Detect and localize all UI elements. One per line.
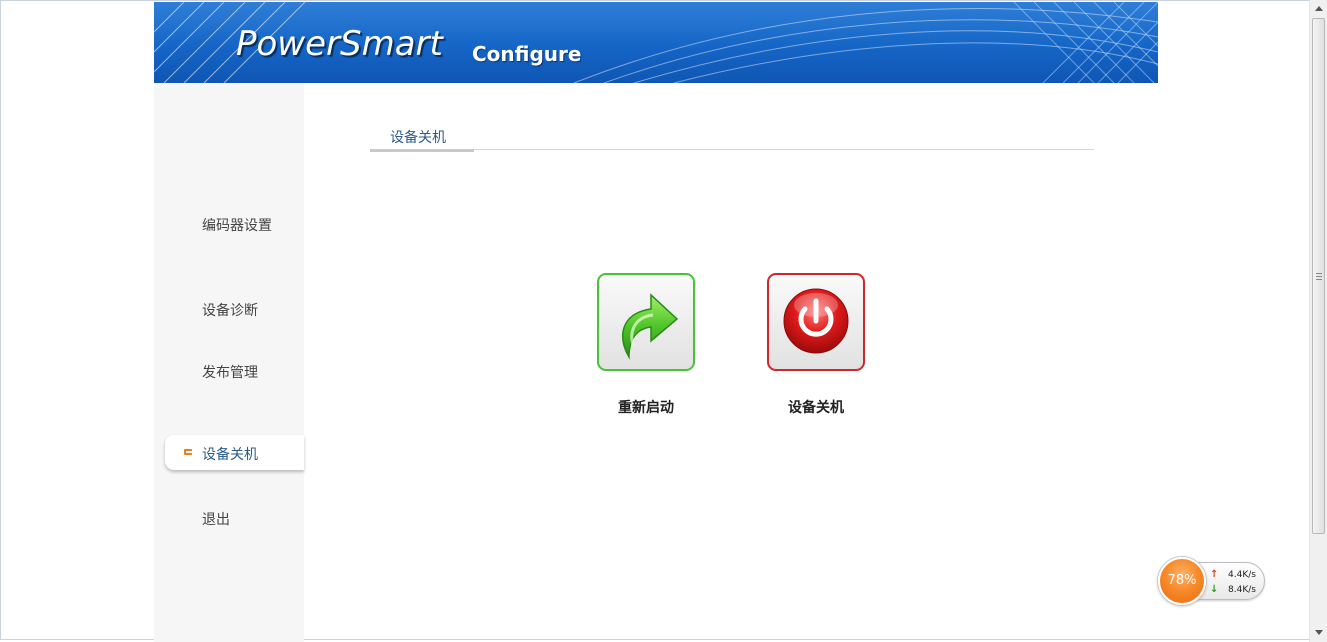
restart-arrow-icon [621, 293, 679, 360]
tab-active-underline [370, 149, 474, 152]
active-marker-icon [184, 449, 192, 455]
tab-divider [370, 149, 1094, 150]
sidebar-item-logout[interactable]: 退出 [202, 509, 230, 529]
sidebar: 编码器设置 设备诊断 发布管理 设备关机 退出 [154, 83, 304, 642]
usage-percent: 78% [1167, 573, 1197, 588]
upload-speed-value: 4.4K/s [1228, 570, 1256, 580]
brand-subtitle: Configure [472, 42, 582, 66]
upload-arrow-icon: ↑ [1210, 569, 1219, 580]
restart-label: 重新启动 [618, 400, 674, 416]
grip-line [1316, 276, 1322, 277]
power-icon [783, 288, 849, 354]
shutdown-label: 设备关机 [788, 400, 844, 416]
scroll-up-icon[interactable] [1315, 6, 1323, 11]
tab-shutdown[interactable]: 设备关机 [390, 127, 446, 147]
scroll-down-icon[interactable] [1315, 630, 1323, 635]
restart-button[interactable] [597, 273, 695, 371]
memory-usage-ball[interactable]: 78% [1158, 557, 1206, 605]
grip-line [1316, 279, 1322, 280]
shutdown-button[interactable] [767, 273, 865, 371]
sidebar-item-shutdown[interactable]: 设备关机 [165, 435, 304, 470]
brand-logo-text: PowerSmart [236, 24, 443, 64]
download-speed: ↓ 8.4K/s [1210, 584, 1256, 595]
upload-speed: ↑ 4.4K/s [1210, 569, 1256, 580]
sidebar-item-publish-management[interactable]: 发布管理 [202, 362, 258, 382]
scroll-thumb[interactable] [1312, 18, 1325, 534]
download-speed-value: 8.4K/s [1228, 585, 1256, 595]
header-banner: PowerSmart Configure [154, 2, 1158, 83]
sidebar-item-diagnostics[interactable]: 设备诊断 [202, 300, 258, 320]
grip-line [1316, 273, 1322, 274]
sidebar-item-encoder-settings[interactable]: 编码器设置 [202, 215, 272, 235]
sidebar-item-label: 设备关机 [202, 447, 258, 463]
vertical-scrollbar[interactable] [1309, 0, 1327, 642]
download-arrow-icon: ↓ [1210, 584, 1219, 595]
